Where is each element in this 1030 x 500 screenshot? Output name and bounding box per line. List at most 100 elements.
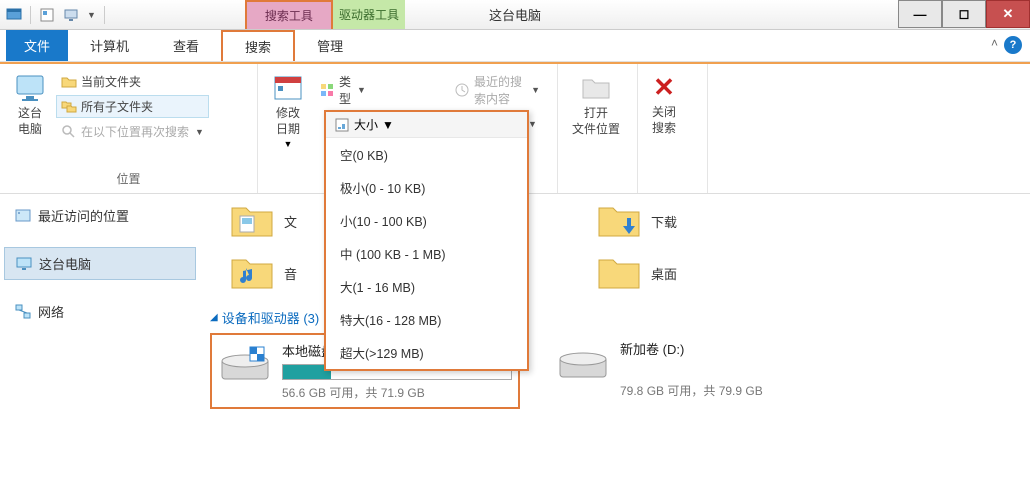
ribbon-group-open: 打开 文件位置 [558, 64, 638, 193]
collapse-ribbon-icon[interactable]: ˄ [991, 36, 998, 54]
ribbon-tabs: 文件 计算机 查看 搜索 管理 ˄ ? [0, 30, 1030, 62]
size-menu-item[interactable]: 空(0 KB) [326, 138, 527, 171]
folder-item[interactable]: 音 [230, 254, 297, 292]
close-button[interactable]: ✕ [986, 0, 1030, 28]
history-icon [454, 82, 470, 98]
location-group-label: 位置 [8, 170, 249, 189]
chevron-down-icon: ▼ [528, 119, 537, 129]
computer-icon[interactable] [63, 7, 79, 23]
ribbon-group-location: 这台 电脑 当前文件夹 所有子文件夹 在以下位置再次搜索 ▼ 位置 [0, 64, 258, 193]
collapse-triangle-icon: ◢ [210, 312, 218, 323]
download-folder-icon [597, 202, 641, 240]
size-menu-item[interactable]: 特大(16 - 128 MB) [326, 303, 527, 336]
recent-searches-label: 最近的搜索内容 [474, 73, 525, 107]
devices-section-label: 设备和驱动器 (3) [222, 308, 320, 327]
calendar-icon [272, 72, 304, 104]
folder-item-desktop[interactable]: 桌面 [597, 254, 677, 292]
help-icon[interactable]: ? [1004, 36, 1022, 54]
recent-icon [14, 207, 32, 225]
monitor-icon [14, 72, 46, 104]
sidebar-item-network[interactable]: 网络 [4, 296, 196, 327]
type-button[interactable]: 类型 ▼ [314, 70, 371, 110]
folder-open-icon [580, 72, 612, 104]
hdd-icon [218, 341, 272, 385]
current-folder-button[interactable]: 当前文件夹 [56, 70, 209, 93]
properties-icon[interactable] [39, 7, 55, 23]
drive-d[interactable]: 新加卷 (D:) 79.8 GB 可用，共 79.9 GB [550, 333, 769, 409]
separator [30, 6, 31, 24]
contextual-tab-search[interactable]: 搜索工具 [245, 0, 333, 29]
tab-computer[interactable]: 计算机 [68, 30, 151, 61]
separator [104, 6, 105, 24]
tab-file[interactable]: 文件 [6, 30, 68, 61]
modify-date-label: 修改 日期 [276, 106, 300, 137]
drive-c-freespace: 56.6 GB 可用，共 71.9 GB [282, 384, 512, 401]
this-pc-button[interactable]: 这台 电脑 [8, 68, 52, 141]
this-pc-label: 这台 电脑 [18, 106, 42, 137]
current-folder-label: 当前文件夹 [81, 73, 141, 90]
close-search-button[interactable]: ✕ 关闭 搜索 [646, 68, 682, 140]
folder-item-downloads[interactable]: 下载 [597, 202, 677, 240]
sidebar: 最近访问的位置 这台电脑 网络 [0, 194, 200, 500]
quick-access-toolbar: ▼ [0, 6, 105, 24]
size-dropdown-button[interactable]: 大小 ▼ [326, 112, 527, 138]
hdd-icon [556, 339, 610, 383]
chevron-down-icon: ▼ [195, 127, 204, 137]
size-menu-item[interactable]: 超大(>129 MB) [326, 336, 527, 369]
sidebar-item-this-pc[interactable]: 这台电脑 [4, 247, 196, 280]
computer-icon [15, 255, 33, 273]
type-label: 类型 [339, 73, 351, 107]
ribbon: 这台 电脑 当前文件夹 所有子文件夹 在以下位置再次搜索 ▼ 位置 [0, 64, 1030, 194]
contextual-tab-drive[interactable]: 驱动器工具 [333, 0, 405, 29]
all-subfolders-label: 所有子文件夹 [81, 98, 153, 115]
titlebar: ▼ 搜索工具 驱动器工具 这台电脑 — ◻ ✕ [0, 0, 1030, 30]
tab-search[interactable]: 搜索 [221, 30, 295, 61]
sidebar-item-recent[interactable]: 最近访问的位置 [4, 200, 196, 231]
app-icon [6, 7, 22, 23]
drive-d-name: 新加卷 (D:) [620, 339, 763, 358]
search-again-label: 在以下位置再次搜索 [81, 123, 189, 140]
tab-manage[interactable]: 管理 [295, 30, 365, 61]
open-location-button[interactable]: 打开 文件位置 [566, 68, 626, 141]
folder-label: 桌面 [651, 264, 677, 283]
size-label: 大小 [354, 116, 378, 133]
close-search-label: 关闭 搜索 [652, 105, 676, 136]
subfolders-icon [61, 99, 77, 115]
window-controls: — ◻ ✕ [898, 0, 1030, 28]
type-icon [319, 82, 335, 98]
size-menu-item[interactable]: 极小(0 - 10 KB) [326, 171, 527, 204]
recent-searches-button[interactable]: 最近的搜索内容 ▼ [449, 70, 545, 110]
size-menu-item[interactable]: 中 (100 KB - 1 MB) [326, 237, 527, 270]
search-again-icon [61, 124, 77, 140]
tab-view[interactable]: 查看 [151, 30, 221, 61]
chevron-down-icon: ▼ [531, 85, 540, 95]
all-subfolders-button[interactable]: 所有子文件夹 [56, 95, 209, 118]
sidebar-network-label: 网络 [38, 302, 64, 321]
sidebar-recent-label: 最近访问的位置 [38, 206, 129, 225]
folder-label: 文 [284, 212, 297, 231]
size-menu-item[interactable]: 大(1 - 16 MB) [326, 270, 527, 303]
chevron-down-icon: ▼ [284, 139, 293, 149]
open-location-label: 打开 文件位置 [572, 106, 620, 137]
folder-label: 下载 [651, 212, 677, 231]
size-menu-item[interactable]: 小(10 - 100 KB) [326, 204, 527, 237]
chevron-down-icon: ▼ [382, 118, 394, 132]
size-dropdown-menu: 大小 ▼ 空(0 KB) 极小(0 - 10 KB) 小(10 - 100 KB… [324, 110, 529, 371]
desktop-folder-icon [597, 254, 641, 292]
chevron-down-icon: ▼ [357, 85, 366, 95]
size-icon [334, 117, 350, 133]
qat-dropdown[interactable]: ▼ [87, 10, 96, 20]
search-again-button[interactable]: 在以下位置再次搜索 ▼ [56, 120, 209, 143]
folder-item[interactable]: 文 [230, 202, 297, 240]
maximize-button[interactable]: ◻ [942, 0, 986, 28]
minimize-button[interactable]: — [898, 0, 942, 28]
folder-label: 音 [284, 264, 297, 283]
close-x-icon: ✕ [653, 72, 675, 103]
modify-date-button[interactable]: 修改 日期 ▼ [266, 68, 310, 153]
music-folder-icon [230, 254, 274, 292]
contextual-tabs: 搜索工具 驱动器工具 [245, 0, 405, 29]
folder-icon [61, 74, 77, 90]
network-icon [14, 303, 32, 321]
drive-d-freespace: 79.8 GB 可用，共 79.9 GB [620, 382, 763, 399]
sidebar-this-pc-label: 这台电脑 [39, 254, 91, 273]
